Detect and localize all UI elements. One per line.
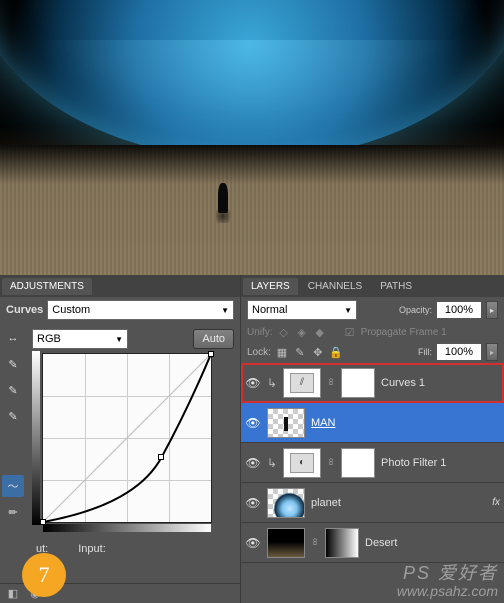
layer-row-photofilter[interactable]: 👁 ↳ ◐ 𝟾 Photo Filter 1 [241,443,504,483]
curve-point-mid[interactable] [158,454,164,460]
canvas-preview [0,0,504,275]
lock-transparent-icon[interactable]: ▦ [275,345,289,359]
output-gradient [32,351,40,525]
layer-thumb [267,488,305,518]
curves-preset-value: Custom [52,304,90,316]
clip-indicator-icon: ↳ [267,456,277,470]
step-number-badge: 7 [22,553,66,597]
chevron-down-icon: ▼ [115,335,123,344]
layer-mask-thumb[interactable] [341,368,375,398]
input-gradient [43,524,211,532]
chevron-down-icon: ▼ [221,306,229,315]
layers-tabbar: LAYERS CHANNELS PATHS [241,275,504,297]
tab-paths[interactable]: PATHS [372,278,420,295]
layer-name[interactable]: MAN [311,417,500,429]
layer-name[interactable]: planet [311,497,500,509]
curves-toolstrip: ↔ ✎ ✎ ✎ 〜 ✏ [0,323,26,583]
curves-adj-icon: ⫽ [290,373,314,393]
layer-row-man[interactable]: 👁 MAN [241,403,504,443]
link-icon: 𝟾 [311,537,319,548]
layer-name[interactable]: Curves 1 [381,377,500,389]
layer-row-desert[interactable]: 👁 𝟾 Desert [241,523,504,563]
tab-adjustments[interactable]: ADJUSTMENTS [2,278,92,295]
lock-position-icon[interactable]: ✥ [311,345,325,359]
opacity-label: Opacity: [399,305,432,315]
layer-name[interactable]: Photo Filter 1 [381,457,500,469]
clip-to-layer-icon[interactable]: ◧ [6,587,20,601]
eye-icon[interactable]: 👁 [245,535,261,551]
eyedropper-white-icon[interactable]: ✎ [2,405,24,427]
layer-row-curves1[interactable]: 👁 ↳ ⫽ 𝟾 Curves 1 [241,363,504,403]
lock-all-icon[interactable]: 🔒 [329,345,343,359]
curves-graph[interactable] [42,353,212,523]
layers-panel: LAYERS CHANNELS PATHS Normal ▼ Opacity: … [240,275,504,603]
watermark: PS 爱好者 www.psahz.com [397,564,498,599]
propagate-checkbox[interactable]: ☑ [343,325,357,339]
link-icon: 𝟾 [327,377,335,388]
watermark-line2: www.psahz.com [397,584,498,599]
opacity-input[interactable]: 100% [436,301,482,319]
adjustments-tabbar: ADJUSTMENTS [0,275,240,297]
photofilter-adj-icon: ◐ [290,453,314,473]
target-adjust-tool[interactable]: ↔ [2,327,24,349]
link-icon: 𝟾 [327,457,335,468]
unify-position-icon[interactable]: ◇ [277,325,291,339]
layer-thumb: ⫽ [283,368,321,398]
layer-mask-thumb[interactable] [325,528,359,558]
auto-button[interactable]: Auto [193,329,234,349]
curve-smooth-tool[interactable]: 〜 [2,475,24,497]
channel-value: RGB [37,333,61,345]
unify-style-icon[interactable]: ◆ [313,325,327,339]
layer-thumb [267,528,305,558]
layer-row-planet[interactable]: 👁 planet fx [241,483,504,523]
opacity-stepper[interactable]: ▸ [486,301,498,319]
curve-point-highlight[interactable] [208,351,214,357]
layer-thumb: ◐ [283,448,321,478]
figure-silhouette [218,183,228,213]
blend-mode-select[interactable]: Normal ▼ [247,300,357,320]
layer-name[interactable]: Desert [365,537,500,549]
channel-select[interactable]: RGB ▼ [32,329,128,349]
fill-stepper[interactable]: ▸ [486,343,498,361]
eye-icon[interactable]: 👁 [245,495,261,511]
blend-mode-value: Normal [252,304,287,316]
lock-pixels-icon[interactable]: ✎ [293,345,307,359]
eye-icon[interactable]: 👁 [245,375,261,391]
input-label: Input: [78,543,106,555]
eye-icon[interactable]: 👁 [245,455,261,471]
unify-label: Unify: [247,327,273,338]
eye-icon[interactable]: 👁 [245,415,261,431]
propagate-label: Propagate Frame 1 [361,327,447,338]
lock-label: Lock: [247,347,271,358]
eyedropper-gray-icon[interactable]: ✎ [2,379,24,401]
unify-visibility-icon[interactable]: ◈ [295,325,309,339]
curve-path [43,354,211,522]
fill-input[interactable]: 100% [436,343,482,361]
watermark-line1: PS 爱好者 [397,564,498,584]
curve-pencil-tool[interactable]: ✏ [2,501,24,523]
clip-indicator-icon: ↳ [267,376,277,390]
tab-layers[interactable]: LAYERS [243,278,298,295]
tab-channels[interactable]: CHANNELS [300,278,370,295]
layer-mask-thumb[interactable] [341,448,375,478]
fill-label: Fill: [418,347,432,357]
curves-preset-select[interactable]: Custom ▼ [47,300,234,320]
atmosphere-glow [0,40,504,160]
layer-thumb [267,408,305,438]
eyedropper-black-icon[interactable]: ✎ [2,353,24,375]
horizon-ground [0,145,504,275]
curves-title: Curves [6,304,43,316]
fx-badge[interactable]: fx [492,497,500,508]
chevron-down-icon: ▼ [344,306,352,315]
